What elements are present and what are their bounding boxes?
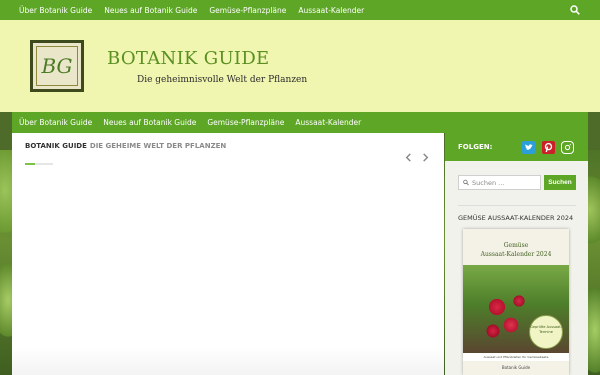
search-field bbox=[458, 175, 541, 190]
breadcrumb-site[interactable]: BOTANIK GUIDE bbox=[25, 142, 87, 150]
mainnav-item-pflanzplaene[interactable]: Gemüse-Pflanzpläne bbox=[207, 118, 284, 127]
cover-strip: Aussaat und Pflanzzeiten für Gemüsebeete bbox=[463, 353, 569, 361]
chevron-left-icon[interactable] bbox=[404, 153, 413, 162]
follow-bar: FOLGEN: bbox=[445, 133, 588, 161]
search-icon[interactable] bbox=[570, 5, 580, 15]
mainnav-item-ueber[interactable]: Über Botanik Guide bbox=[19, 118, 92, 127]
search-input[interactable] bbox=[472, 178, 540, 187]
chevron-right-icon[interactable] bbox=[421, 153, 430, 162]
mainnav-item-aussaat-kalender[interactable]: Aussaat-Kalender bbox=[295, 118, 361, 127]
site-header: BG BOTANIK GUIDE Die geheimnisvolle Welt… bbox=[0, 20, 600, 112]
site-logo[interactable]: BG bbox=[30, 40, 84, 92]
topnav-item-pflanzplaene[interactable]: Gemüse-Pflanzpläne bbox=[209, 6, 286, 15]
main-content: BOTANIK GUIDE DIE GEHEIME WELT DER PFLANZ… bbox=[12, 133, 444, 375]
site-title[interactable]: BOTANIK GUIDE bbox=[107, 48, 270, 69]
main-navigation: Über Botanik Guide Neues auf Botanik Gui… bbox=[12, 112, 588, 133]
top-navigation: Über Botanik Guide Neues auf Botanik Gui… bbox=[0, 0, 600, 20]
search-icon bbox=[463, 179, 469, 186]
widget-title: GEMÜSE AUSSAAT-KALENDER 2024 bbox=[458, 214, 574, 222]
follow-label: FOLGEN: bbox=[458, 143, 493, 151]
slider-progress-fill bbox=[25, 163, 35, 165]
twitter-icon[interactable] bbox=[522, 141, 535, 154]
topnav-item-aussaat-kalender[interactable]: Aussaat-Kalender bbox=[298, 6, 364, 15]
sidebar: FOLGEN: Suchen GEMÜSE AUSSAAT-KALENDER 2… bbox=[445, 133, 588, 375]
calendar-book-cover[interactable]: Gemüse Aussaat-Kalender 2024 Geprüfte Au… bbox=[463, 229, 569, 375]
cover-title-line2: Aussaat-Kalender 2024 bbox=[480, 251, 552, 258]
mainnav-item-neues[interactable]: Neues auf Botanik Guide bbox=[103, 118, 196, 127]
search-button[interactable]: Suchen bbox=[544, 175, 576, 190]
cover-title: Gemüse Aussaat-Kalender 2024 bbox=[463, 241, 569, 259]
breadcrumb-subtitle: DIE GEHEIME WELT DER PFLANZEN bbox=[89, 142, 227, 150]
slider-controls bbox=[404, 153, 430, 162]
breadcrumb: BOTANIK GUIDE DIE GEHEIME WELT DER PFLANZ… bbox=[25, 142, 226, 150]
content-fade bbox=[12, 347, 444, 375]
sidebar-divider bbox=[458, 205, 576, 206]
topnav-item-neues[interactable]: Neues auf Botanik Guide bbox=[104, 6, 197, 15]
instagram-icon[interactable] bbox=[561, 141, 574, 154]
cover-badge: Geprüfte Aussaat-Termine bbox=[529, 315, 563, 349]
cover-footer: Botanik Guide bbox=[501, 365, 531, 370]
topnav-item-ueber[interactable]: Über Botanik Guide bbox=[19, 6, 92, 15]
logo-monogram: BG bbox=[36, 46, 78, 86]
cover-title-line1: Gemüse bbox=[503, 242, 529, 249]
slider-progress bbox=[25, 163, 53, 165]
site-tagline: Die geheimnisvolle Welt der Pflanzen bbox=[137, 75, 308, 85]
pinterest-icon[interactable] bbox=[542, 141, 555, 154]
